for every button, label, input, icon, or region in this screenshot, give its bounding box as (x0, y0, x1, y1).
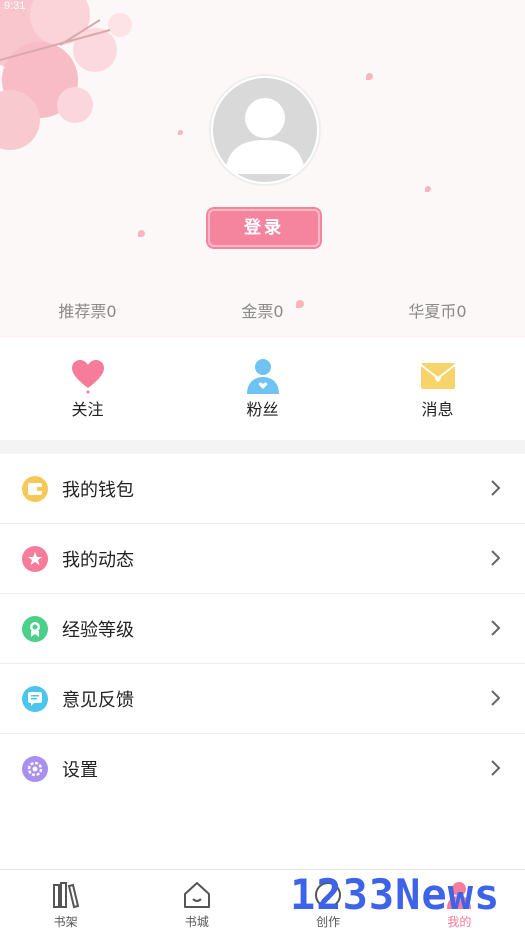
chevron-right-icon (491, 550, 501, 566)
menu-item-label: 我的动态 (62, 549, 134, 571)
quick-action-label: 关注 (71, 400, 104, 419)
chevron-right-icon (491, 620, 501, 636)
quick-action-follow[interactable]: 关注 (0, 338, 175, 440)
section-divider (0, 440, 525, 454)
quick-action-fans[interactable]: 粉丝 (175, 338, 350, 440)
heart-icon (71, 360, 104, 394)
quick-action-label: 粉丝 (246, 400, 279, 419)
medal-icon (22, 615, 48, 642)
bookshelf-icon (52, 882, 79, 909)
feedback-icon (22, 685, 48, 712)
stat-recommend-tickets[interactable]: 推荐票0 (0, 298, 175, 328)
avatar[interactable] (211, 76, 319, 184)
wallet-icon (22, 475, 48, 502)
envelope-icon (419, 363, 456, 389)
chevron-right-icon (491, 480, 501, 496)
quick-action-messages[interactable]: 消息 (350, 338, 525, 440)
chevron-right-icon (491, 760, 501, 776)
profile-header: 9:31 登录 推荐票0 金票0 华夏币0 (0, 0, 525, 338)
quick-action-label: 消息 (421, 400, 454, 419)
menu-item-label: 经验等级 (62, 619, 134, 641)
stat-gold-tickets[interactable]: 金票0 (175, 298, 350, 328)
petal-decoration (178, 130, 183, 135)
menu-item-feedback[interactable]: 意见反馈 (0, 664, 525, 734)
petal-decoration (366, 73, 373, 80)
gear-icon (22, 755, 48, 782)
tab-label: 书城 (184, 915, 209, 929)
menu-item-label: 意见反馈 (62, 689, 134, 711)
menu-item-activity[interactable]: 我的动态 (0, 524, 525, 594)
quick-actions: 关注 粉丝 消息 (0, 338, 525, 440)
person-icon (246, 359, 279, 394)
house-icon (183, 882, 210, 908)
cherry-blossom-decoration (0, 0, 132, 150)
menu-item-wallet[interactable]: 我的钱包 (0, 454, 525, 524)
petal-decoration (138, 230, 145, 237)
stat-coins[interactable]: 华夏币0 (350, 298, 525, 328)
stats-row: 推荐票0 金票0 华夏币0 (0, 298, 525, 328)
petal-decoration (425, 186, 431, 192)
menu-item-label: 设置 (62, 759, 98, 781)
tab-bookstore[interactable]: 书城 (131, 870, 262, 938)
chevron-right-icon (491, 690, 501, 706)
menu-list: 我的钱包 我的动态 经验等级 意见反馈 设置 (0, 454, 525, 803)
login-button[interactable]: 登录 (208, 209, 320, 247)
tab-bookshelf[interactable]: 书架 (0, 870, 131, 938)
watermark: 1233News (290, 870, 501, 919)
status-time: 9:31 (4, 0, 26, 12)
default-avatar-icon (225, 98, 305, 174)
menu-item-settings[interactable]: 设置 (0, 734, 525, 803)
menu-item-label: 我的钱包 (62, 479, 134, 501)
star-icon (22, 545, 48, 572)
tab-label: 书架 (53, 915, 78, 929)
menu-item-level[interactable]: 经验等级 (0, 594, 525, 664)
